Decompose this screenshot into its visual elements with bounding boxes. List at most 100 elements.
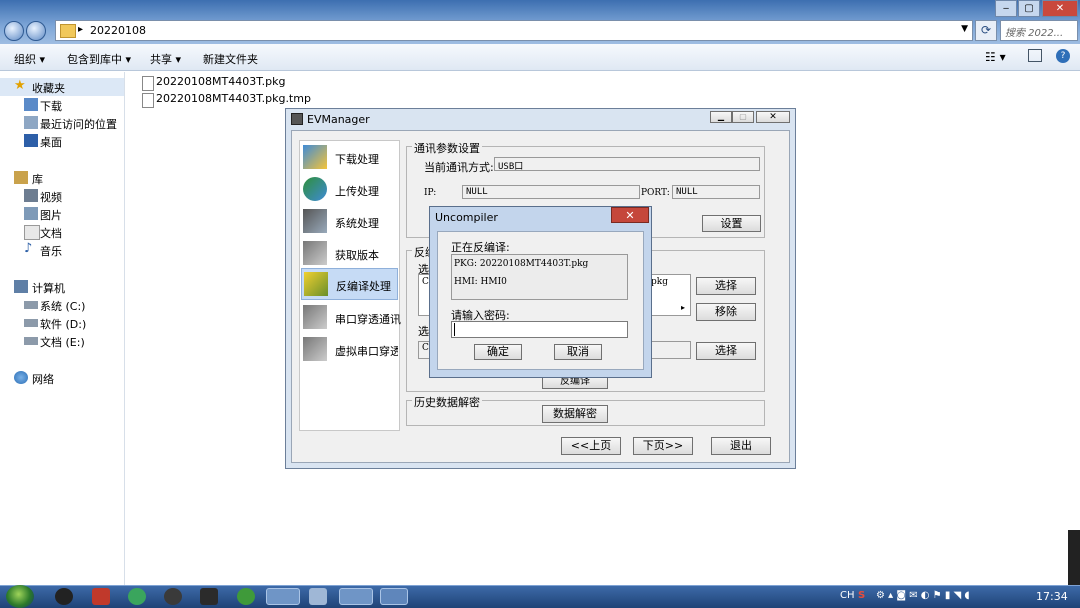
text-cursor — [454, 323, 455, 336]
minimize-button[interactable]: ‒ — [995, 0, 1017, 17]
next-page-button[interactable]: 下页>> — [633, 437, 693, 455]
uncompiler-close-button[interactable]: ✕ — [611, 207, 649, 223]
data-decrypt-button[interactable]: 数据解密 — [542, 405, 608, 423]
virtual-serial-icon — [303, 337, 327, 361]
nav-system[interactable]: 系统处理 — [301, 206, 398, 236]
sidebar-item-drive-e[interactable]: 文档 (E:) — [0, 332, 124, 350]
browser-icon[interactable] — [237, 588, 255, 605]
drive-icon — [24, 301, 38, 309]
version-icon — [303, 241, 327, 265]
ok-button[interactable]: 确定 — [474, 344, 522, 360]
decompile-info-box: PKG: 20220108MT4403T.pkg HMI: HMI0 — [451, 254, 628, 300]
nav-get-version[interactable]: 获取版本 — [301, 238, 398, 268]
sidebar-item-recent[interactable]: 最近访问的位置 — [0, 114, 124, 132]
nav-download[interactable]: 下载处理 — [301, 142, 398, 172]
cancel-button[interactable]: 取消 — [554, 344, 602, 360]
share-menu[interactable]: 共享 ▾ — [150, 51, 181, 67]
set-button[interactable]: 设置 — [702, 215, 761, 232]
search-input[interactable]: 搜索 2022... — [1000, 20, 1078, 41]
sidebar-label: 桌面 — [40, 136, 62, 149]
evmanager-title: EVManager — [307, 113, 370, 126]
music-icon: ♪ — [24, 241, 33, 256]
sidebar-item-downloads[interactable]: 下载 — [0, 96, 124, 114]
maximize-button[interactable]: ▢ — [1018, 0, 1040, 17]
include-library-menu[interactable]: 包含到库中 ▾ — [67, 51, 131, 67]
nav-serial-passthrough[interactable]: 串口穿透通讯 — [301, 302, 401, 332]
back-button[interactable] — [4, 21, 24, 41]
sidebar-item-documents[interactable]: 文档 — [0, 223, 124, 241]
evmanager-task-icon[interactable] — [339, 588, 373, 605]
scroll-right-icon[interactable]: ▸ — [681, 303, 685, 312]
app-dark-icon[interactable] — [200, 588, 218, 605]
select-output-button[interactable]: 选择 — [696, 342, 756, 360]
upload-icon — [303, 177, 327, 201]
file-icon — [142, 93, 154, 108]
exit-button[interactable]: 退出 — [711, 437, 771, 455]
comm-settings-title: 通讯参数设置 — [412, 140, 482, 156]
address-bar[interactable]: ▸ 20220108 ▼ — [55, 20, 973, 41]
sidebar-label: 文档 (E:) — [40, 336, 85, 349]
sogou-icon[interactable]: S — [858, 590, 865, 601]
sidebar-item-music[interactable]: ♪ 音乐 — [0, 241, 124, 259]
sidebar-item-computer[interactable]: 计算机 — [0, 278, 124, 296]
ip-field: NULL — [462, 185, 640, 199]
sidebar-item-drive-c[interactable]: 系统 (C:) — [0, 296, 124, 314]
select-pkg-button[interactable]: 选择 — [696, 277, 756, 295]
nav-label: 串口穿透通讯 — [335, 313, 401, 326]
sidebar-label: 最近访问的位置 — [40, 118, 117, 131]
drive-icon — [24, 337, 38, 345]
input-language[interactable]: CH — [840, 590, 855, 601]
wechat-icon[interactable] — [128, 588, 146, 605]
chevron-down-icon[interactable]: ▼ — [961, 24, 968, 34]
explorer-task-icon[interactable] — [266, 588, 300, 605]
app-window-icon[interactable] — [309, 588, 327, 605]
sidebar-label: 文档 — [40, 227, 62, 240]
sidebar-item-favorites[interactable]: ★ 收藏夹 — [0, 78, 124, 96]
port-label: PORT: — [641, 188, 670, 198]
sidebar-item-pictures[interactable]: 图片 — [0, 205, 124, 223]
remove-button[interactable]: 移除 — [696, 303, 756, 321]
evm-close-button[interactable]: ✕ — [756, 111, 790, 123]
tray-icons[interactable]: ⚙ ▴ ◙ ✉ ◐ ⚑ ▮ ◥ ◖ — [876, 590, 970, 601]
media-icon[interactable] — [164, 588, 182, 605]
nav-decompile[interactable]: 反编译处理 — [301, 268, 398, 300]
evm-minimize-button[interactable]: ▁ — [710, 111, 732, 123]
sidebar-item-libraries[interactable]: 库 — [0, 169, 124, 187]
start-button[interactable] — [6, 585, 34, 608]
decompile-icon — [304, 272, 328, 296]
sidebar-item-network[interactable]: 网络 — [0, 369, 124, 387]
nav-virtual-serial[interactable]: 虚拟串口穿透 — [301, 334, 398, 364]
forward-button[interactable] — [26, 21, 46, 41]
address-path: 20220108 — [90, 24, 146, 37]
file-icon — [142, 76, 154, 91]
ip-label: IP: — [424, 188, 437, 198]
qq-icon[interactable] — [55, 588, 73, 605]
nav-label: 下载处理 — [335, 153, 379, 166]
recent-places-icon — [24, 116, 38, 129]
system-icon — [303, 209, 327, 233]
sidebar-item-videos[interactable]: 视频 — [0, 187, 124, 205]
nav-label: 获取版本 — [335, 249, 379, 262]
help-icon[interactable]: ? — [1056, 49, 1070, 63]
view-options-icon[interactable]: ☷ ▾ — [985, 50, 1006, 64]
comm-mode-label: 当前通讯方式: — [424, 161, 494, 174]
sidebar-label: 软件 (D:) — [40, 318, 87, 331]
sidebar-item-drive-d[interactable]: 软件 (D:) — [0, 314, 124, 332]
calculator-task-icon[interactable] — [380, 588, 408, 605]
network-icon — [14, 371, 28, 384]
app-red-icon[interactable] — [92, 588, 110, 605]
prev-page-button[interactable]: <<上页 — [561, 437, 621, 455]
app-icon — [291, 113, 303, 125]
sidebar-item-desktop[interactable]: 桌面 — [0, 132, 124, 150]
library-icon — [14, 171, 28, 184]
drive-icon — [24, 319, 38, 327]
sidebar-label: 下载 — [40, 100, 62, 113]
organize-menu[interactable]: 组织 ▾ — [14, 51, 45, 67]
nav-upload[interactable]: 上传处理 — [301, 174, 398, 204]
preview-pane-icon[interactable] — [1028, 49, 1042, 62]
refresh-icon[interactable]: ⟳ — [975, 20, 997, 41]
new-folder-button[interactable]: 新建文件夹 — [203, 51, 258, 67]
password-input[interactable] — [451, 321, 628, 338]
evm-maximize-button[interactable]: ▢ — [732, 111, 754, 123]
close-button[interactable]: ✕ — [1042, 0, 1078, 17]
